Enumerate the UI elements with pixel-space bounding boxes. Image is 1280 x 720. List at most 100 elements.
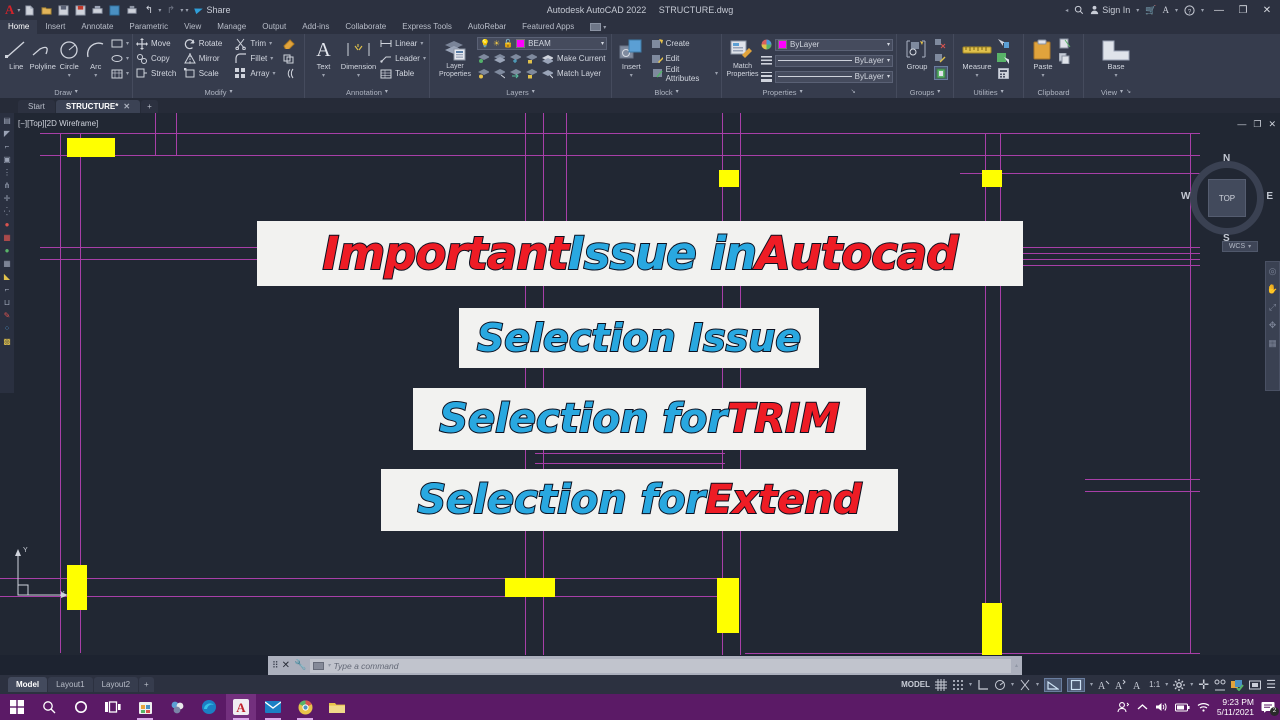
document-tab-start[interactable]: Start xyxy=(18,100,55,113)
measure-dropdown-icon[interactable]: ▾ xyxy=(975,72,978,79)
rectangle-dropdown-icon[interactable]: ▾ xyxy=(126,40,129,47)
insert-dropdown-icon[interactable]: ▾ xyxy=(630,72,633,79)
workspace-gear-icon[interactable] xyxy=(1173,678,1186,692)
layer-unisolate-icon[interactable] xyxy=(493,53,505,65)
print-icon[interactable] xyxy=(124,3,139,18)
photos-icon[interactable] xyxy=(162,694,192,720)
selected-object[interactable] xyxy=(505,578,555,597)
block-edit-attributes-button[interactable]: Edit Attributes ▾ xyxy=(651,65,718,83)
app-menu-chevron-icon[interactable]: ▾ xyxy=(17,7,20,14)
view-cube-west-label[interactable]: W xyxy=(1181,191,1190,202)
lineweight-chevron-icon[interactable]: ▾ xyxy=(887,73,890,80)
qat-customize-icon[interactable]: ▾ xyxy=(185,7,188,14)
array-dropdown-icon[interactable]: ▾ xyxy=(273,70,276,77)
cut-button[interactable] xyxy=(1059,36,1071,51)
search-icon[interactable] xyxy=(34,694,64,720)
wcs-chevron-down-icon[interactable]: ▾ xyxy=(1248,243,1251,250)
panel-layers-expand-icon[interactable]: ▾ xyxy=(532,87,535,98)
sidebar-pointer-icon[interactable]: ◤ xyxy=(2,128,13,139)
panel-modify-expand-icon[interactable]: ▾ xyxy=(230,87,233,98)
sidebar-table-icon[interactable]: ▦ xyxy=(2,258,13,269)
panel-draw-expand-icon[interactable]: ▾ xyxy=(75,87,78,98)
sidebar-properties-icon[interactable]: ▤ xyxy=(2,115,13,126)
cortana-icon[interactable] xyxy=(66,694,96,720)
modify-offset-button[interactable] xyxy=(283,66,301,81)
copy-clip-button[interactable] xyxy=(1059,51,1071,66)
sidebar-divide-icon[interactable]: ⁛ xyxy=(2,206,13,217)
draw-hatch-button[interactable]: ▾ xyxy=(111,66,129,81)
explorer-icon[interactable] xyxy=(322,694,352,720)
layer-thaw-icon[interactable] xyxy=(493,68,505,80)
start-icon[interactable] xyxy=(2,694,32,720)
ribbon-tab-express-tools[interactable]: Express Tools xyxy=(394,20,460,34)
selected-object[interactable] xyxy=(717,578,739,633)
help-icon[interactable]: ? xyxy=(1184,4,1195,16)
annotation-scale-value[interactable]: 1:1 xyxy=(1149,678,1160,692)
linetype-stack-icon[interactable] xyxy=(760,55,772,67)
panel-properties-title[interactable]: Properties ▾ ↘ xyxy=(722,87,896,98)
plot-icon[interactable] xyxy=(90,3,105,18)
panel-draw-title[interactable]: Draw ▾ xyxy=(0,87,132,98)
command-line-grip[interactable]: ⠿ xyxy=(272,660,279,671)
drawing-canvas[interactable]: [−][Top][2D Wireframe] ▤ ◤ ⌐ ▣ ⋮ ⋔ ✛ ⁛ ●… xyxy=(0,113,1280,655)
sidebar-pen-icon[interactable]: ✎ xyxy=(2,310,13,321)
scale-chevron-down-icon[interactable]: ▾ xyxy=(1165,681,1168,688)
dimension-dropdown-icon[interactable]: ▾ xyxy=(357,72,360,79)
layer-properties-button[interactable]: Layer Properties xyxy=(433,36,477,78)
command-line[interactable]: ⠿ ✕ 🔧 ▾ Type a command ▴ xyxy=(268,656,1022,675)
trim-dropdown-icon[interactable]: ▾ xyxy=(269,40,272,47)
sidebar-dim-icon[interactable]: ⋮ xyxy=(2,167,13,178)
sidebar-hatch-icon[interactable]: ◣ xyxy=(2,271,13,282)
measure-button[interactable]: Measure ▾ xyxy=(957,36,997,79)
fillet-dropdown-icon[interactable]: ▾ xyxy=(270,55,273,62)
command-chevron-down-icon[interactable]: ▾ xyxy=(327,662,330,669)
hardware-acceleration-icon[interactable] xyxy=(1231,678,1244,692)
store-cart-icon[interactable]: 🛒 xyxy=(1145,5,1156,16)
calculator-button[interactable] xyxy=(997,66,1009,81)
view-cube-east-label[interactable]: E xyxy=(1266,191,1273,202)
close-button[interactable]: ✕ xyxy=(1258,0,1276,20)
layout-tab-layout1[interactable]: Layout1 xyxy=(48,677,93,692)
match-properties-button[interactable]: Match Properties xyxy=(725,36,760,78)
modify-erase-button[interactable] xyxy=(283,36,301,51)
modify-array-button[interactable]: Array ▾ xyxy=(235,66,283,81)
layer-change-to-current-icon[interactable] xyxy=(509,68,521,80)
search-collapse-icon[interactable]: ◂ xyxy=(1065,7,1068,14)
base-view-button[interactable]: Base ▾ xyxy=(1094,36,1138,79)
properties-dialog-launcher-icon[interactable]: ↘ xyxy=(851,87,856,98)
undo-chevron-icon[interactable]: ▾ xyxy=(158,7,161,14)
match-layer-label[interactable]: Match Layer xyxy=(557,69,601,78)
ortho-icon[interactable] xyxy=(977,678,989,692)
leader-dropdown-icon[interactable]: ▾ xyxy=(423,55,426,62)
selected-object[interactable] xyxy=(982,170,1002,187)
command-line-settings-icon[interactable]: 🔧 xyxy=(294,660,306,671)
annotation-text-button[interactable]: A Text ▾ xyxy=(308,36,339,80)
make-current-label[interactable]: Make Current xyxy=(557,54,605,63)
panel-block-title[interactable]: Block ▾ xyxy=(612,87,721,98)
panel-properties-expand-icon[interactable]: ▾ xyxy=(800,87,803,98)
sign-in-chevron-icon[interactable]: ▾ xyxy=(1136,7,1139,14)
viewport-label[interactable]: [−][Top][2D Wireframe] xyxy=(18,119,98,128)
new-icon[interactable] xyxy=(22,3,37,18)
layout-tab-layout2[interactable]: Layout2 xyxy=(93,677,139,692)
hatch-dropdown-icon[interactable]: ▾ xyxy=(126,70,129,77)
sidebar-error-icon[interactable]: ● xyxy=(2,219,13,230)
sidebar-view-icon[interactable]: ▣ xyxy=(2,154,13,165)
layout-tab-model[interactable]: Model xyxy=(8,677,48,692)
drawing-minimize-button[interactable]: — xyxy=(1237,119,1246,130)
command-line-close-icon[interactable]: ✕ xyxy=(282,660,290,671)
polar-chevron-down-icon[interactable]: ▾ xyxy=(1011,681,1014,688)
panel-utilities-expand-icon[interactable]: ▾ xyxy=(1001,87,1004,98)
showmotion-icon[interactable]: ▦ xyxy=(1267,338,1278,349)
annotation-visibility-icon[interactable]: A xyxy=(1098,678,1110,692)
view-cube[interactable]: N S W E TOP xyxy=(1181,153,1273,244)
snap-icon[interactable] xyxy=(952,678,964,692)
color-wheel-icon[interactable] xyxy=(760,39,772,51)
account-chevron-icon[interactable]: ▾ xyxy=(1175,7,1178,14)
chrome-icon[interactable] xyxy=(290,694,320,720)
annotation-linear-button[interactable]: Linear ▾ xyxy=(380,36,426,51)
draw-arc-button[interactable]: Arc ▾ xyxy=(83,36,110,79)
cloud-icon[interactable] xyxy=(107,3,122,18)
navigation-wheel-icon[interactable]: ◎ xyxy=(1267,266,1278,277)
ribbon-minimize-control[interactable]: ▾ xyxy=(590,23,606,31)
